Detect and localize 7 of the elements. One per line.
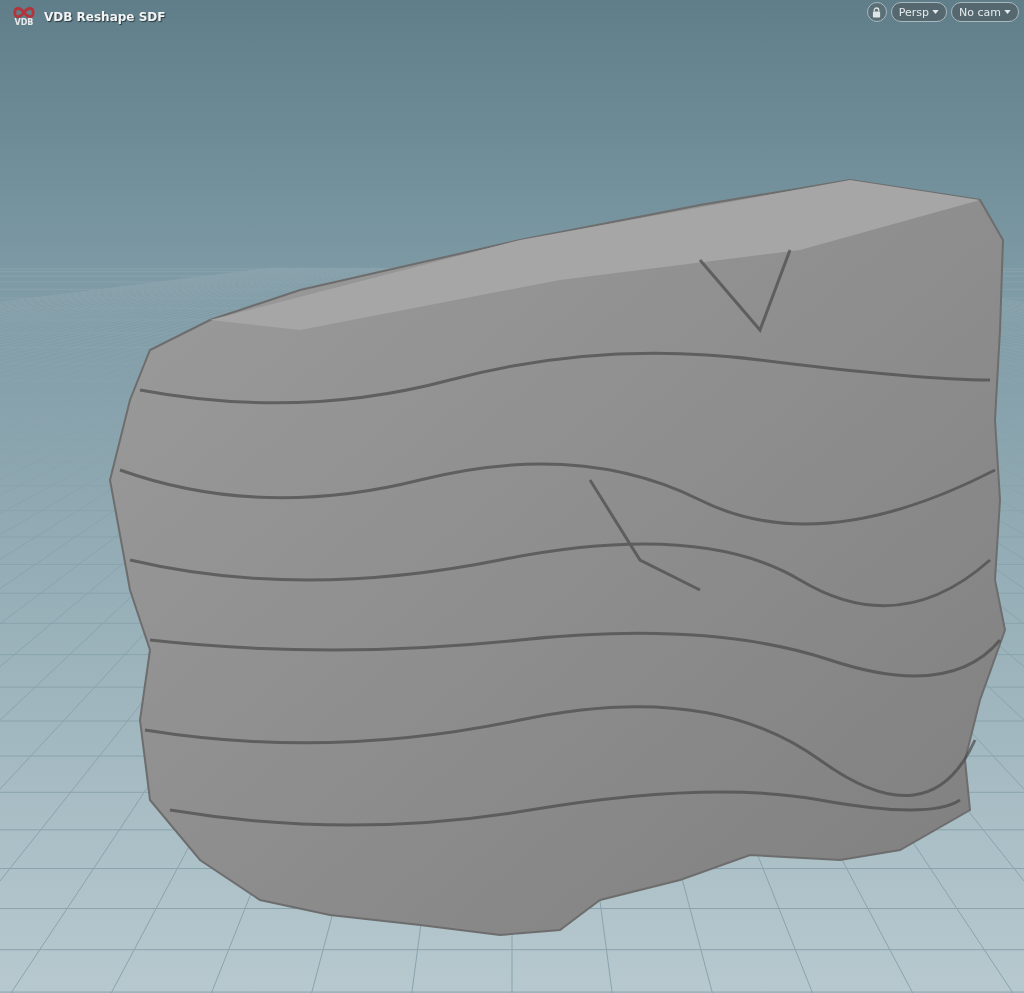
view-menu-button[interactable]: No cam xyxy=(951,2,1019,22)
caret-icon xyxy=(932,10,940,14)
caret-icon xyxy=(1004,10,1011,14)
padlock-icon xyxy=(872,6,882,18)
viewport[interactable]: VDB VDB Reshape SDF Persp No cam xyxy=(0,0,1024,993)
node-title: VDB Reshape SDF xyxy=(44,10,166,24)
view-menu-button[interactable]: Persp xyxy=(890,2,948,22)
